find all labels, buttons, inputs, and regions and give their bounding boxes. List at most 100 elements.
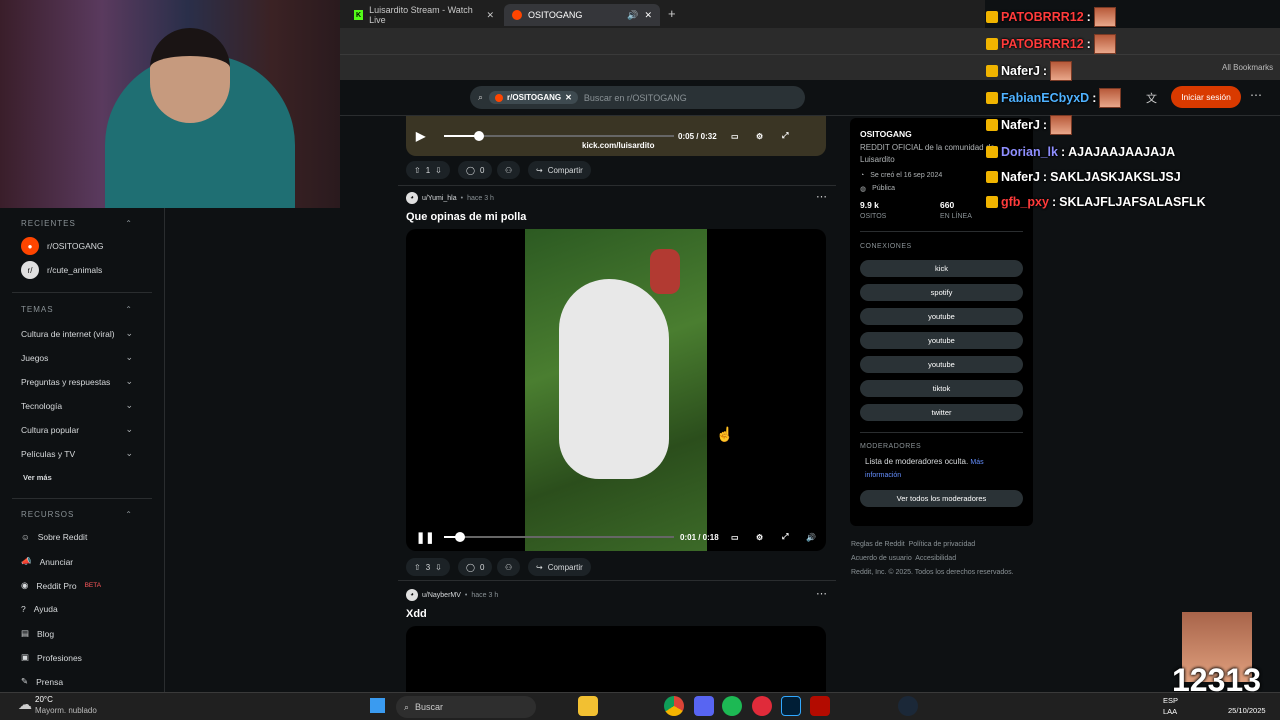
connection-twitter[interactable]: twitter — [860, 404, 1023, 421]
footer-link[interactable]: Política de privacidad — [909, 541, 976, 548]
share-button[interactable]: ↪ Compartir — [528, 558, 591, 576]
sidebar-item-sobre-reddit[interactable]: ☺ Sobre Reddit — [21, 532, 133, 542]
login-button[interactable]: Iniciar sesión — [1171, 86, 1241, 108]
steam-icon[interactable] — [898, 696, 918, 716]
taskbar-search[interactable]: ⌕ Buscar — [396, 696, 536, 718]
sidebar-item-blog[interactable]: ▤ Blog — [21, 628, 133, 639]
vote-button[interactable]: ⇧ 3 ⇩ — [406, 558, 450, 576]
gear-icon[interactable]: ⚙ — [756, 132, 763, 141]
sidebar-item-tema[interactable]: Preguntas y respuestas ⌄ — [21, 376, 133, 387]
connection-youtube[interactable]: youtube — [860, 308, 1023, 325]
recursos-header[interactable]: RECURSOS ⌃ — [21, 510, 133, 519]
captions-icon[interactable]: ▭ — [731, 533, 739, 542]
discord-icon[interactable] — [694, 696, 714, 716]
video-player[interactable]: ❚❚ 0:01 / 0:18 ▭ ⚙ ⤢ 🔊 — [406, 229, 826, 551]
user-avatar[interactable]: ◕ — [406, 192, 418, 204]
sidebar-item-anunciar[interactable]: 📣 Anunciar — [21, 556, 133, 567]
post-title[interactable]: Que opinas de mi polla — [406, 211, 526, 223]
connection-spotify[interactable]: spotify — [860, 284, 1023, 301]
vote-button[interactable]: ⇧ 1 ⇩ — [406, 161, 450, 179]
progress-thumb[interactable] — [474, 131, 484, 141]
close-icon[interactable]: ✕ — [644, 10, 652, 21]
connection-youtube[interactable]: youtube — [860, 332, 1023, 349]
award-button[interactable]: ⚇ — [497, 161, 521, 179]
lang-label[interactable]: ESP — [1163, 696, 1178, 705]
captions-icon[interactable]: ▭ — [731, 132, 739, 141]
sidebar-item-profesiones[interactable]: ▣ Profesiones — [21, 652, 133, 663]
upvote-icon[interactable]: ⇧ — [414, 563, 421, 572]
comments-button[interactable]: ◯ 0 — [458, 558, 493, 576]
comments-button[interactable]: ◯ 0 — [458, 161, 493, 179]
footer-link[interactable]: Accesibilidad — [915, 555, 956, 562]
connection-tiktok[interactable]: tiktok — [860, 380, 1023, 397]
fullscreen-icon[interactable]: ⤢ — [782, 532, 788, 542]
post-title[interactable]: Xdd — [406, 608, 427, 620]
footer-link[interactable]: Acuerdo de usuario — [851, 555, 912, 562]
chevron-down-icon: ⌄ — [125, 448, 133, 458]
close-icon[interactable]: ✕ — [486, 10, 494, 21]
sidebar-item-ositogang[interactable]: ● r/OSITOGANG — [21, 237, 133, 255]
tab-luisardito[interactable]: K Luisardito Stream - Watch Live ✕ — [346, 4, 502, 26]
post-author[interactable]: u/Yumi_hla — [422, 195, 457, 202]
video-player[interactable]: ▶ kick.com/luisardito 0:05 / 0:32 ▭ ⚙ ⤢ — [406, 116, 826, 156]
speaker-icon[interactable]: 🔊 — [627, 10, 638, 21]
more-icon[interactable]: ⋯ — [1250, 88, 1262, 102]
subreddit-chip[interactable]: r/OSITOGANG ✕ — [489, 91, 578, 104]
downvote-icon[interactable]: ⇩ — [435, 563, 442, 572]
sidebar-item-tema[interactable]: Cultura popular ⌄ — [21, 424, 133, 435]
search-input[interactable]: ⌕ r/OSITOGANG ✕ Buscar en r/OSITOGANG — [470, 86, 805, 109]
post-overflow-icon[interactable]: ⋯ — [816, 587, 827, 600]
fullscreen-icon[interactable]: ⤢ — [782, 131, 788, 141]
downvote-icon[interactable]: ⇩ — [435, 166, 442, 175]
connection-youtube[interactable]: youtube — [860, 356, 1023, 373]
gear-icon[interactable]: ⚙ — [756, 533, 763, 542]
share-button[interactable]: ↪ Compartir — [528, 161, 591, 179]
sidebar-item-tema[interactable]: Películas y TV ⌄ — [21, 448, 133, 459]
footer-link[interactable]: Reglas de Reddit — [851, 541, 905, 548]
opera-icon[interactable] — [752, 696, 772, 716]
acrobat-icon[interactable] — [810, 696, 830, 716]
weather-icon[interactable]: ☁ — [18, 696, 32, 713]
spotify-icon[interactable] — [722, 696, 742, 716]
user-avatar[interactable]: ◕ — [406, 589, 418, 601]
beta-badge: BETA — [84, 582, 102, 589]
date-label[interactable]: 25/10/2025 — [1228, 706, 1266, 715]
close-icon[interactable]: ✕ — [565, 93, 572, 102]
view-all-mods-button[interactable]: Ver todos los moderadores — [860, 490, 1023, 507]
sidebar-item-prensa[interactable]: ✎ Prensa — [21, 676, 133, 687]
ver-mas-link[interactable]: Ver más — [23, 473, 135, 482]
new-tab-button[interactable]: + — [668, 6, 676, 21]
chrome-icon[interactable] — [664, 696, 684, 716]
temas-header[interactable]: TEMAS ⌃ — [21, 305, 133, 314]
post-author[interactable]: u/NayberMV — [422, 592, 461, 599]
play-icon[interactable]: ▶ — [416, 129, 425, 143]
windows-start-icon[interactable] — [370, 698, 385, 713]
connection-kick[interactable]: kick — [860, 260, 1023, 277]
sidebar-item-tema[interactable]: Cultura de internet (viral) ⌄ — [21, 328, 133, 339]
weather-temp[interactable]: 20°C — [35, 695, 53, 704]
sidebar-item-label: Ayuda — [33, 604, 58, 614]
file-explorer-icon[interactable] — [578, 696, 598, 716]
upvote-icon[interactable]: ⇧ — [414, 166, 421, 175]
sidebar-item-tema[interactable]: Tecnología ⌄ — [21, 400, 133, 411]
sidebar-item-cute-animals[interactable]: r/r/cute_animals — [21, 261, 133, 279]
sidebar-item-reddit-pro[interactable]: ◉ Reddit Pro BETA — [21, 580, 133, 591]
translate-icon[interactable]: 文 — [1146, 90, 1157, 106]
video-player[interactable] — [406, 626, 826, 692]
progress-track[interactable] — [444, 536, 674, 538]
recientes-header[interactable]: RECIENTES ⌃ — [21, 219, 133, 228]
volume-icon[interactable]: 🔊 — [806, 533, 816, 542]
progress-thumb[interactable] — [455, 532, 466, 542]
tab-ositogang[interactable]: OSITOGANG 🔊 ✕ — [504, 4, 660, 26]
sidebar-item-ayuda[interactable]: ? Ayuda — [21, 604, 133, 614]
bookmarks-label[interactable]: All Bookmarks — [1222, 63, 1273, 72]
community-name[interactable]: OSITOGANG — [860, 129, 912, 139]
post-overflow-icon[interactable]: ⋯ — [816, 190, 827, 203]
pause-icon[interactable]: ❚❚ — [416, 531, 434, 544]
section-title: RECURSOS — [21, 510, 75, 519]
pro-icon: ◉ — [21, 580, 29, 590]
photoshop-icon[interactable] — [781, 696, 801, 716]
award-button[interactable]: ⚇ — [497, 558, 521, 576]
comment-icon: ◯ — [466, 165, 475, 175]
sidebar-item-tema[interactable]: Juegos ⌄ — [21, 352, 133, 363]
